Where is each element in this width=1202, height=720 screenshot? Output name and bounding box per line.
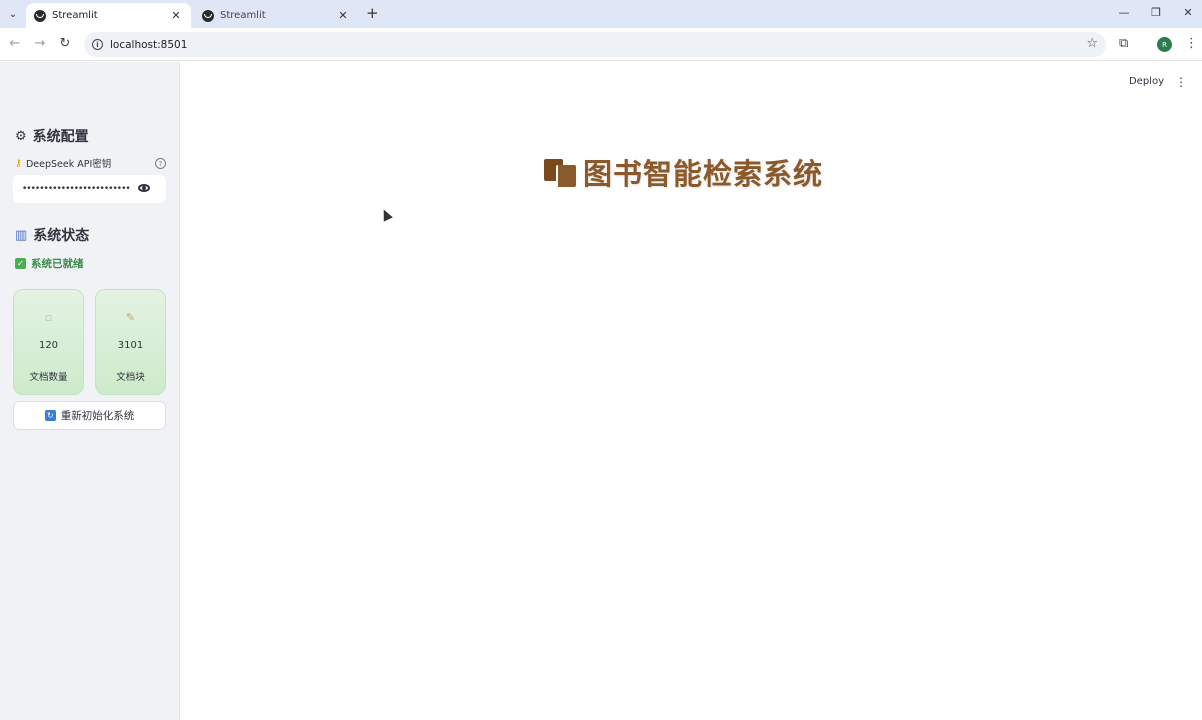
url-text: localhost:8501: [110, 38, 188, 51]
document-icon: ▫: [44, 311, 53, 324]
status-ready-text: 系统已就绪: [31, 258, 84, 270]
mouse-cursor-icon: [379, 207, 393, 222]
status-heading-text: 系统状态: [33, 228, 90, 244]
streamlit-favicon-icon: [202, 9, 214, 22]
deploy-button[interactable]: Deploy: [1129, 76, 1164, 87]
tab-title: Streamlit: [220, 10, 266, 21]
main-content: Deploy ⋮ 图书智能检索系统: [181, 62, 1202, 720]
config-heading-text: 系统配置: [32, 129, 89, 145]
browser-menu-icon[interactable]: ⋮: [1185, 36, 1198, 51]
forward-arrow-icon[interactable]: →: [31, 36, 49, 51]
new-tab-plus-icon[interactable]: +: [366, 6, 379, 21]
help-question-icon[interactable]: ?: [155, 158, 166, 169]
api-key-label: ⚷ DeepSeek API密钥: [15, 156, 112, 171]
api-key-label-text: DeepSeek API密钥: [25, 159, 112, 170]
browser-tab-1[interactable]: Streamlit ✕: [26, 3, 191, 28]
minimize-icon[interactable]: —: [1116, 6, 1132, 19]
metric-value: 120: [38, 340, 59, 351]
gear-icon: ⚙: [15, 128, 27, 144]
address-bar[interactable]: i localhost:8501 ☆: [84, 32, 1106, 57]
browser-tab-strip: ⌄ Streamlit ✕ Streamlit ✕ + — ❐ ✕: [0, 0, 1202, 28]
tab-title: Streamlit: [52, 10, 98, 21]
key-icon: ⚷: [15, 157, 22, 169]
bookmark-star-icon[interactable]: ☆: [1086, 36, 1098, 51]
sidebar: ⚙ 系统配置 ⚷ DeepSeek API密钥 ? ▥ 系统状态 ✓ 系统已就绪…: [0, 62, 180, 720]
extensions-puzzle-icon[interactable]: ⧉: [1119, 36, 1128, 51]
metric-card-documents: ▫ 120 文档数量: [13, 289, 84, 395]
refresh-icon: ↻: [44, 410, 56, 421]
api-key-input[interactable]: [22, 184, 130, 194]
back-arrow-icon[interactable]: ←: [6, 36, 24, 51]
browser-toolbar: ← → ↻ i localhost:8501 ☆ ⧉ R ⋮: [0, 28, 1202, 61]
metric-label: 文档块: [116, 372, 145, 383]
api-key-field[interactable]: [13, 175, 166, 203]
restore-icon[interactable]: ❐: [1148, 6, 1164, 19]
check-mark-icon: ✓: [15, 258, 26, 269]
books-icon: [544, 156, 577, 188]
site-info-icon[interactable]: i: [92, 39, 103, 50]
profile-avatar[interactable]: R: [1157, 37, 1172, 52]
close-icon[interactable]: ✕: [336, 9, 350, 22]
metric-label: 文档数量: [29, 372, 68, 383]
metric-card-chunks: ✎ 3101 文档块: [95, 289, 166, 395]
status-heading: ▥ 系统状态: [15, 225, 89, 245]
reinitialize-label: 重新初始化系统: [60, 410, 135, 422]
metric-value: 3101: [117, 340, 144, 351]
tab-search-chevron-icon[interactable]: ⌄: [4, 5, 22, 23]
reload-icon[interactable]: ↻: [56, 36, 74, 51]
show-password-eye-icon[interactable]: [138, 184, 150, 192]
bar-chart-icon: ▥: [15, 227, 28, 243]
memo-icon: ✎: [125, 311, 136, 324]
status-ready-message: ✓ 系统已就绪: [15, 256, 84, 271]
page-title: 图书智能检索系统: [544, 151, 823, 193]
streamlit-favicon-icon: [34, 9, 46, 22]
app-menu-icon[interactable]: ⋮: [1175, 75, 1187, 89]
window-close-icon[interactable]: ✕: [1180, 6, 1196, 19]
page-title-text: 图书智能检索系统: [583, 157, 824, 191]
browser-tab-2[interactable]: Streamlit ✕: [194, 3, 358, 28]
close-icon[interactable]: ✕: [169, 9, 183, 22]
config-heading: ⚙ 系统配置: [15, 126, 89, 146]
reinitialize-button[interactable]: ↻ 重新初始化系统: [13, 401, 166, 430]
